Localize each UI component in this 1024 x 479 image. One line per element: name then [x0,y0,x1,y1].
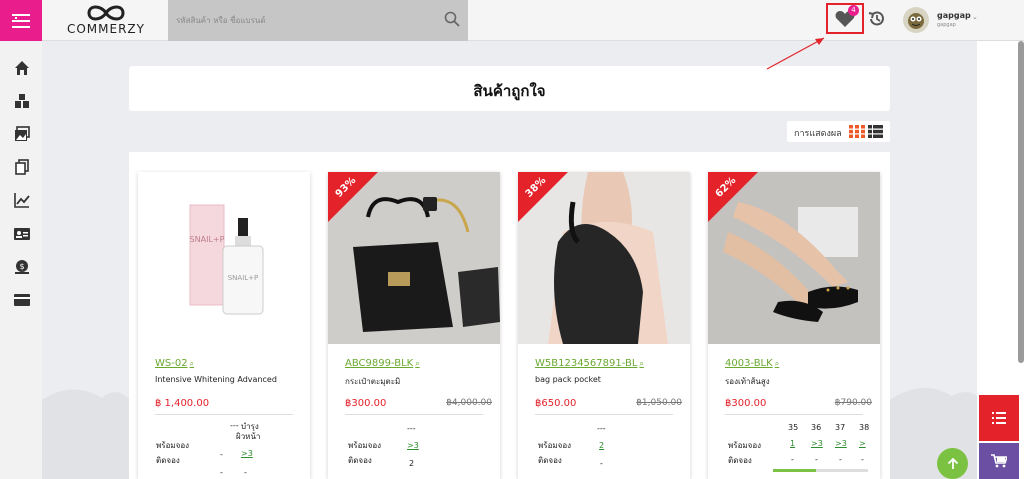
stock-link[interactable]: >3 [811,439,823,448]
scrollbar[interactable] [1018,41,1024,363]
original-price: ฿4,000.00 [446,398,492,408]
chevron-down-icon[interactable]: ⌄ [972,13,978,21]
boxes-icon[interactable] [14,93,30,109]
divider [155,414,293,415]
divider [535,414,673,415]
original-price: ฿790.00 [834,398,872,408]
product-name: รองเท้าส้นสูง [725,377,770,386]
view-label: การแสดงผล [794,129,842,139]
product-card[interactable]: SNAIL+P SNAIL+P WS-02 ⌕ Intensive Whiteni… [138,172,310,479]
list-fab-button[interactable] [979,395,1019,441]
svg-text:SNAIL+P: SNAIL+P [228,274,259,282]
stock-link[interactable]: > [859,439,866,448]
menu-button[interactable] [0,0,42,41]
search-input[interactable] [168,0,430,41]
stock-link[interactable]: 1 [790,439,795,448]
scroll-thumb[interactable] [773,469,816,472]
view-toggle: การแสดงผล [787,121,890,142]
product-card[interactable]: 38% W5B1234567891-BL ⌕ bag pack pocket ฿6… [518,172,690,479]
home-icon[interactable] [14,60,30,76]
product-price: ฿ 1,400.00 [155,398,210,409]
commerzy-logo[interactable]: COMMERZY [58,3,154,39]
page-title: สินค้าถูกใจ [473,82,546,100]
arrow-up-icon [947,457,958,469]
stock-link[interactable]: >3 [835,439,847,448]
search-icon[interactable] [444,11,460,27]
divider [725,414,863,415]
horizontal-scrollbar[interactable] [773,469,868,472]
id-card-icon[interactable] [14,226,30,242]
stock-table: 35 36 37 38 พร้อมจอง ติดจอง 1 >3 >3 > - … [708,417,880,479]
sku-link[interactable]: W5B1234567891-BL ⌕ [535,358,644,369]
scroll-top-button[interactable] [937,448,968,479]
wishlist-button[interactable]: 4 [826,3,864,34]
history-icon[interactable] [867,9,887,29]
product-image[interactable]: 93% [328,172,500,344]
search-bar [168,0,468,41]
wishlist-count-badge: 4 [848,5,859,16]
stock-link[interactable]: >3 [241,449,253,458]
product-image[interactable]: SNAIL+P SNAIL+P [138,172,310,344]
avatar[interactable] [903,7,929,33]
money-icon[interactable]: $ [14,259,30,275]
stock-link[interactable]: 2 [599,441,604,450]
list-view-icon[interactable] [868,125,883,138]
search-icon: ⌕ [415,359,420,368]
cart-fab-button[interactable] [979,443,1019,479]
chart-line-icon[interactable] [14,192,30,208]
stock-link[interactable]: >3 [407,441,419,450]
credit-card-icon[interactable] [14,292,30,308]
sku-link[interactable]: ABC9899-BLK ⌕ [345,358,420,369]
search-icon: ⌕ [189,359,195,368]
stock-table: --- พร้อมจอง ติดจอง >3 2 [348,424,419,468]
divider [345,414,483,415]
product-card[interactable]: 93% ABC9899-BLK ⌕ กระเป๋าตะมุตะมิ ฿300.00… [328,172,500,479]
title-card: สินค้าถูกใจ [129,66,890,111]
cart-icon [991,454,1007,468]
product-name: Intensive Whitening Advanced [155,375,277,384]
top-bar: COMMERZY 4 gapgap gapgap ⌄ [0,0,1024,41]
svg-text:SNAIL+P: SNAIL+P [190,235,225,244]
copy-icon[interactable] [14,159,30,175]
sku-link[interactable]: 4003-BLK ⌕ [725,358,779,369]
user-subtitle: gapgap [937,22,956,28]
product-image[interactable]: 62% [708,172,880,344]
grid-view-icon[interactable] [849,125,865,138]
product-name: กระเป๋าตะมุตะมิ [345,377,401,386]
menu-icon [12,13,30,28]
sidebar: $ [0,41,42,479]
product-name: bag pack pocket [535,375,601,384]
product-price: ฿300.00 [345,398,387,409]
svg-text:$: $ [19,262,24,271]
product-price: ฿300.00 [725,398,767,409]
product-card[interactable]: 62% 4003-BLK ⌕ รองเท้าส้นสูง ฿300.00 ฿790… [708,172,880,479]
user-name[interactable]: gapgap [937,11,971,20]
stock-table: --- พร้อมจอง ติดจอง 2 - [538,424,606,468]
logo-text: COMMERZY [66,22,145,36]
stock-table: --- บำรุง ผิวหน้า พร้อมจอง ติดจอง - >3 -… [156,421,261,477]
original-price: ฿1,050.00 [636,398,682,408]
product-price: ฿650.00 [535,398,577,409]
images-icon[interactable] [14,126,30,142]
search-icon: ⌕ [639,359,644,368]
list-icon [992,412,1006,424]
product-image[interactable]: 38% [518,172,690,344]
search-icon: ⌕ [774,359,780,368]
sku-link[interactable]: WS-02 ⌕ [155,358,194,369]
